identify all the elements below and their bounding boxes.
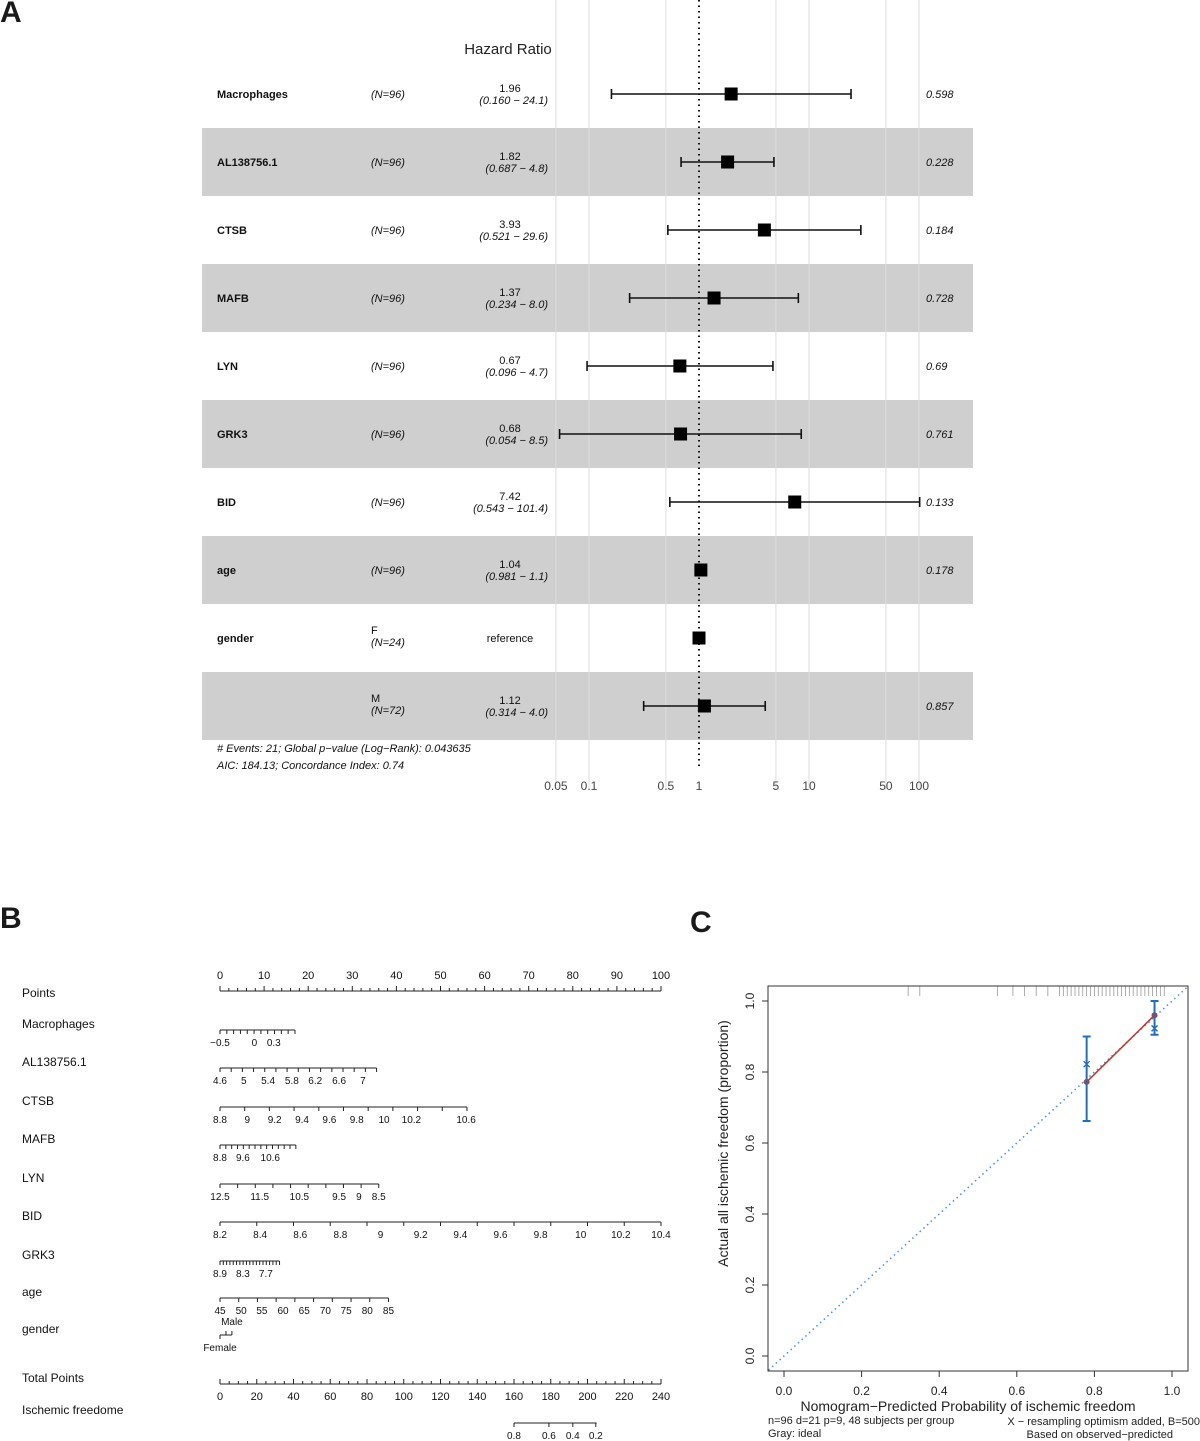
x-tick-label: 0.2: [853, 1384, 870, 1398]
x-tick-label: 0.6: [1008, 1384, 1025, 1398]
y-tick-label: 1.0: [743, 992, 757, 1009]
calibration-plot: 0.0 0.2 0.4 0.6 0.8 1.0 0.0 0.2 0.4 0.6 0.8 1.0 Nomo…: [715, 985, 1200, 1441]
plot-area: [768, 986, 1188, 1371]
footnote-right: X − resampling optimism added, B=500: [1007, 1416, 1200, 1428]
x-tick-label: 1.0: [1164, 1384, 1181, 1398]
y-tick-label: 0.8: [743, 1063, 757, 1080]
footnote-left: n=96 d=21 p=9, 48 subjects per group: [768, 1415, 954, 1427]
x-tick-label: 0.0: [776, 1384, 793, 1398]
footnote-left: Gray: ideal: [768, 1428, 821, 1440]
y-tick-label: 0.4: [743, 1205, 757, 1222]
y-axis-label: Actual all ischemic freedom (proportion): [715, 1020, 731, 1267]
x-tick-label: 0.8: [1086, 1384, 1103, 1398]
observed-line: [1086, 1014, 1156, 1083]
y-tick-label: 0.0: [743, 1347, 757, 1364]
footnote-right: Based on observed−predicted: [1027, 1429, 1173, 1441]
x-axis-label: Nomogram−Predicted Probability of ischem…: [801, 1398, 1136, 1414]
x-tick-label: 0.4: [931, 1384, 948, 1398]
y-tick-label: 0.6: [743, 1134, 757, 1151]
y-tick-label: 0.2: [743, 1276, 757, 1293]
